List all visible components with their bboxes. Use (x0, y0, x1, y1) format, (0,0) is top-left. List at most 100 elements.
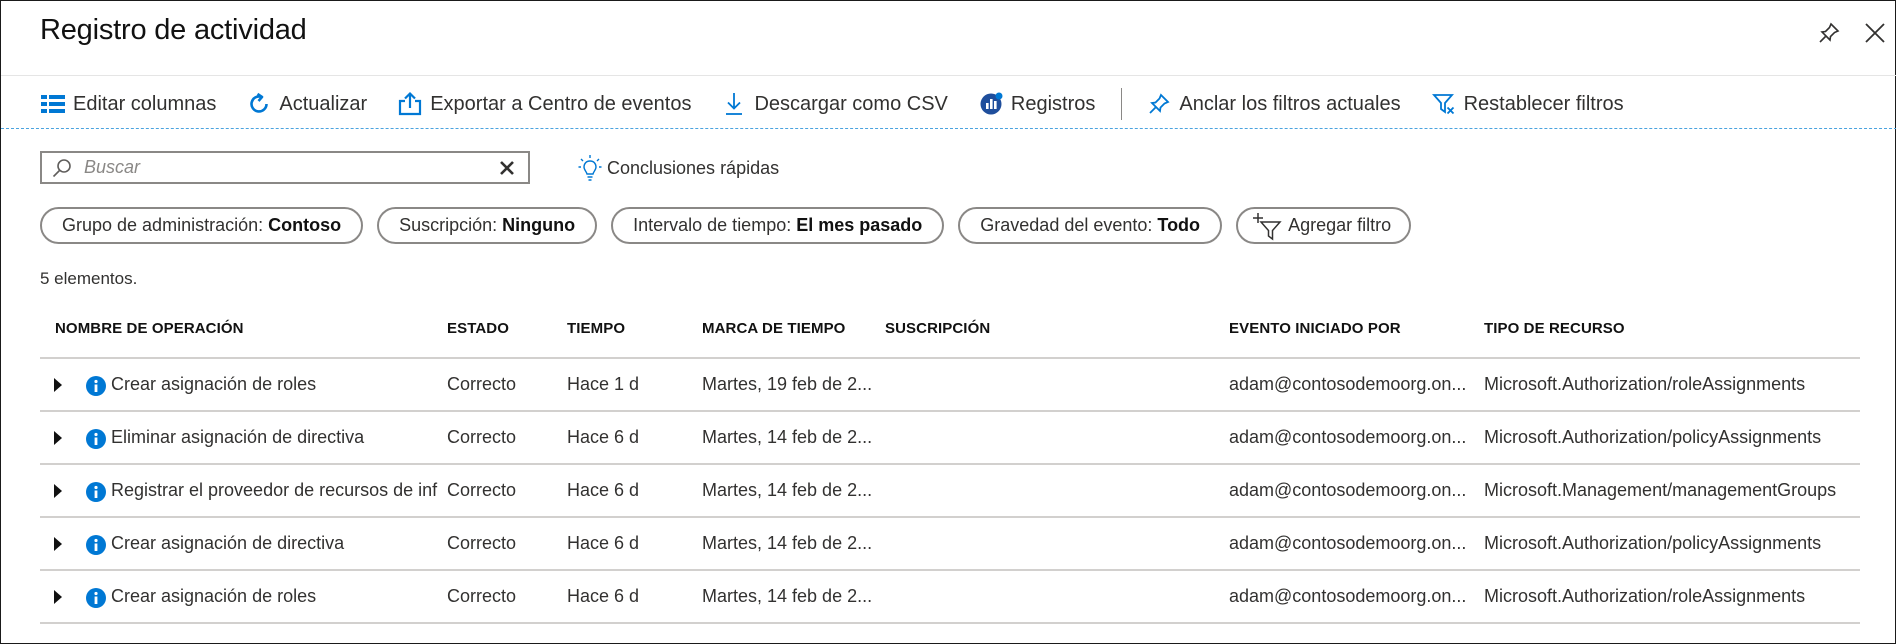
clear-search-button[interactable] (496, 157, 518, 179)
status-cell: Correcto (447, 374, 517, 394)
toolbar-divider-dashed (1, 128, 1896, 129)
pin-filters-button[interactable]: Anclar los filtros actuales (1146, 83, 1401, 125)
refresh-icon (246, 91, 272, 117)
info-icon (86, 376, 106, 396)
close-button[interactable] (1859, 17, 1891, 49)
pin-filters-label: Anclar los filtros actuales (1179, 92, 1401, 115)
info-icon (86, 588, 106, 608)
edit-columns-button[interactable]: Editar columnas (40, 83, 216, 125)
add-filter-button[interactable]: Agregar filtro (1236, 207, 1412, 244)
timestamp-cell: Martes, 19 feb de 2... (702, 374, 873, 394)
table-row[interactable]: Eliminar asignación de directiva Correct… (40, 412, 1860, 465)
pin-blade-button[interactable] (1813, 17, 1845, 49)
timestamp-cell: Martes, 14 feb de 2... (702, 586, 873, 606)
info-icon (86, 482, 106, 502)
reset-filters-label: Restablecer filtros (1463, 92, 1624, 115)
filter-key: Suscripción: (399, 215, 498, 235)
operation-name[interactable]: Crear asignación de roles (111, 586, 438, 607)
column-header-timestamp[interactable]: MARCA DE TIEMPO (702, 320, 845, 337)
filter-timespan[interactable]: Intervalo de tiempo: El mes pasado (611, 207, 945, 244)
status-cell: Correcto (447, 480, 517, 500)
toolbar-divider (1121, 88, 1123, 120)
columns-icon (40, 91, 66, 117)
operation-name[interactable]: Eliminar asignación de directiva (111, 427, 438, 448)
resource-type-cell: Microsoft.Authorization/roleAssignments (1484, 374, 1806, 394)
add-filter-icon (1252, 211, 1282, 241)
timestamp-cell: Martes, 14 feb de 2... (702, 427, 873, 447)
filter-key: Gravedad del evento: (980, 215, 1153, 235)
column-header-resource-type[interactable]: TIPO DE RECURSO (1484, 320, 1625, 337)
operation-name[interactable]: Crear asignación de roles (111, 374, 438, 395)
pin-icon (1146, 91, 1172, 117)
table-row[interactable]: Crear asignación de roles Correcto Hace … (40, 571, 1860, 624)
expand-row-button[interactable] (54, 430, 64, 446)
info-icon (86, 429, 106, 449)
resource-type-cell: Microsoft.Management/managementGroups (1484, 480, 1837, 500)
status-cell: Correcto (447, 427, 517, 447)
initiated-by-cell: adam@contosodemoorg.on... (1229, 480, 1467, 500)
lightbulb-icon (577, 154, 603, 182)
column-header-subscription[interactable]: SUSCRIPCIÓN (885, 320, 990, 337)
item-count: 5 elementos. (40, 269, 138, 288)
page-title: Registro de actividad (40, 14, 307, 46)
table-row[interactable]: Crear asignación de directiva Correcto H… (40, 518, 1860, 571)
table-row[interactable]: Registrar el proveedor de recursos de in… (40, 465, 1860, 518)
search-box (40, 151, 530, 184)
export-icon (397, 91, 423, 117)
filter-subscription[interactable]: Suscripción: Ninguno (377, 207, 598, 244)
filter-key: Grupo de administración: (62, 215, 264, 235)
resource-type-cell: Microsoft.Authorization/policyAssignment… (1484, 427, 1822, 447)
time-cell: Hace 6 d (567, 480, 640, 500)
initiated-by-cell: adam@contosodemoorg.on... (1229, 586, 1467, 606)
table-row[interactable]: Crear asignación de roles Correcto Hace … (40, 359, 1860, 412)
close-icon (500, 160, 514, 175)
filter-value: Contoso (268, 215, 342, 235)
filter-reset-icon (1431, 91, 1457, 117)
download-csv-button[interactable]: Descargar como CSV (721, 83, 948, 125)
filter-value: Ninguno (502, 215, 576, 235)
status-cell: Correcto (447, 533, 517, 553)
expand-row-button[interactable] (54, 536, 64, 552)
timestamp-cell: Martes, 14 feb de 2... (702, 533, 873, 553)
initiated-by-cell: adam@contosodemoorg.on... (1229, 374, 1467, 394)
close-icon (1865, 23, 1885, 43)
resource-type-cell: Microsoft.Authorization/roleAssignments (1484, 586, 1806, 606)
logs-icon (978, 91, 1004, 117)
time-cell: Hace 6 d (567, 427, 640, 447)
expand-row-button[interactable] (54, 377, 64, 393)
logs-label: Registros (1010, 92, 1096, 115)
info-icon (86, 535, 106, 555)
filter-event-severity[interactable]: Gravedad del evento: Todo (958, 207, 1223, 244)
header-divider (1, 75, 1896, 76)
export-event-hub-button[interactable]: Exportar a Centro de eventos (397, 83, 691, 125)
table-header: NOMBRE DE OPERACIÓN ESTADO TIEMPO MARCA … (40, 311, 1860, 359)
column-header-initiated-by[interactable]: EVENTO INICIADO POR (1229, 320, 1401, 337)
command-bar: Editar columnas Actualizar Exportar a Ce… (40, 83, 1654, 125)
time-cell: Hace 6 d (567, 586, 640, 606)
column-header-operation[interactable]: NOMBRE DE OPERACIÓN (55, 320, 244, 337)
column-header-time[interactable]: TIEMPO (567, 320, 625, 337)
operation-name[interactable]: Crear asignación de directiva (111, 533, 438, 554)
download-label: Descargar como CSV (754, 92, 948, 115)
operation-name[interactable]: Registrar el proveedor de recursos de in… (111, 480, 438, 501)
reset-filters-button[interactable]: Restablecer filtros (1431, 83, 1624, 125)
filter-key: Intervalo de tiempo: (633, 215, 792, 235)
activity-log-window: Registro de actividad Editar columnas Ac… (0, 0, 1896, 644)
refresh-button[interactable]: Actualizar (246, 83, 367, 125)
filter-value: El mes pasado (796, 215, 923, 235)
expand-row-button[interactable] (54, 483, 64, 499)
expand-row-button[interactable] (54, 589, 64, 605)
quick-insights-label: Conclusiones rápidas (607, 157, 780, 178)
export-label: Exportar a Centro de eventos (430, 92, 692, 115)
logs-button[interactable]: Registros (978, 83, 1095, 125)
quick-insights-button[interactable]: Conclusiones rápidas (577, 153, 779, 183)
initiated-by-cell: adam@contosodemoorg.on... (1229, 427, 1467, 447)
search-input[interactable] (84, 157, 496, 178)
timestamp-cell: Martes, 14 feb de 2... (702, 480, 873, 500)
caret-right-icon (54, 378, 62, 392)
time-cell: Hace 6 d (567, 533, 640, 553)
caret-right-icon (54, 431, 62, 445)
column-header-status[interactable]: ESTADO (447, 320, 509, 337)
filter-management-group[interactable]: Grupo de administración: Contoso (40, 207, 364, 244)
filter-pills: Grupo de administración: Contoso Suscrip… (40, 207, 1425, 244)
